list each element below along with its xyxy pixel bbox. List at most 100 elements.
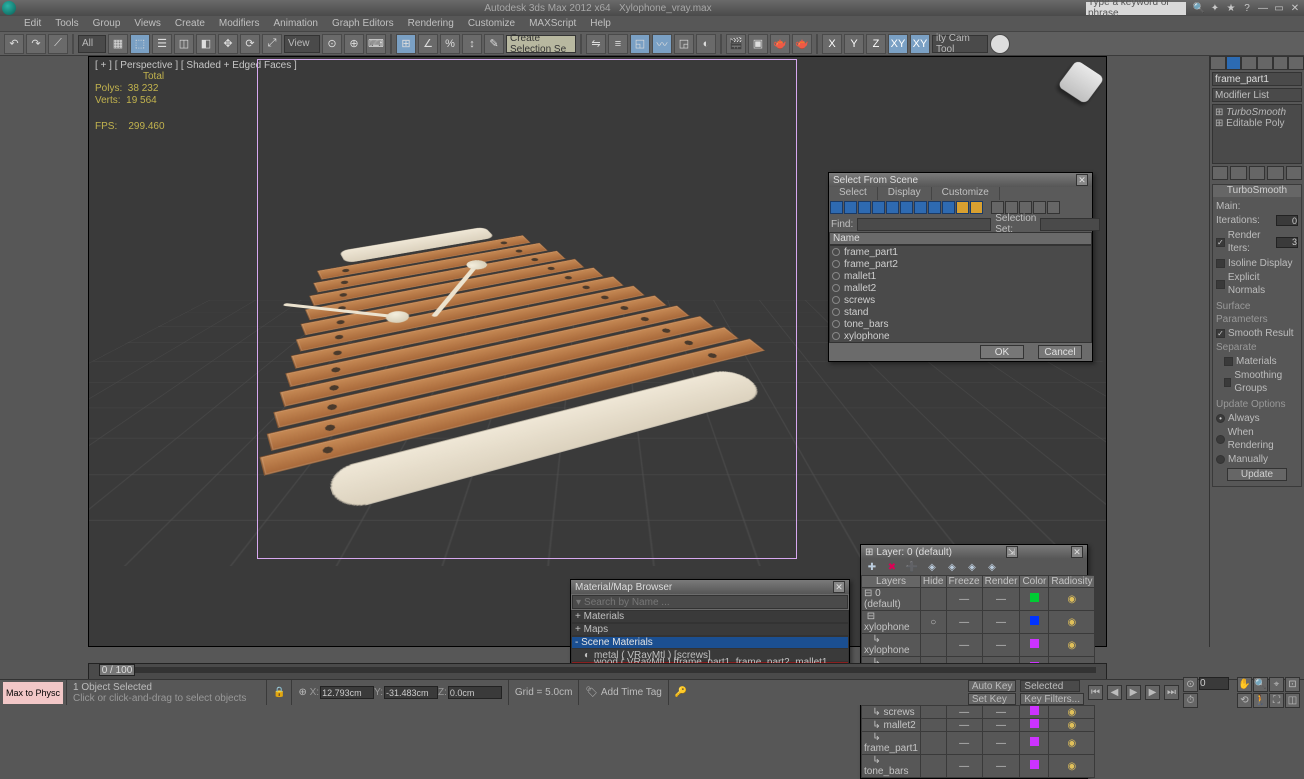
filter-all[interactable]: All [78,35,106,53]
zoom-region-icon[interactable]: ◫ [1285,693,1300,708]
select-name-icon[interactable]: ☰ [152,34,172,54]
menu-group[interactable]: Group [93,18,121,29]
close-icon[interactable]: ✕ [833,581,845,593]
rollout-title[interactable]: TurboSmooth [1213,185,1301,197]
iterations-input[interactable] [1276,215,1298,226]
pivot-icon[interactable]: ⊙ [322,34,342,54]
menu-graph-editors[interactable]: Graph Editors [332,18,394,29]
menu-views[interactable]: Views [134,18,161,29]
maps-header[interactable]: + Maps [571,623,849,636]
modifier-stack[interactable]: ⊞ TurboSmooth ⊞ Editable Poly [1212,104,1302,164]
render-iterative-icon[interactable]: 🫖 [792,34,812,54]
always-radio[interactable]: • [1216,414,1225,423]
edit-selection-icon[interactable]: ✎ [484,34,504,54]
scene-materials-header[interactable]: - Scene Materials [571,636,849,649]
orbit-icon[interactable]: ⟲ [1237,693,1252,708]
axis-x[interactable]: X [822,34,842,54]
col-color[interactable]: Color [1020,576,1049,588]
menu-maxscript[interactable]: MAXScript [529,18,576,29]
menu-customize[interactable]: Customize [468,18,515,29]
coord-z-input[interactable] [448,686,502,699]
render-production-icon[interactable]: 🫖 [770,34,790,54]
maxscript-listener[interactable]: Max to Physc [3,682,63,704]
menu-animation[interactable]: Animation [273,18,317,29]
key-target-dropdown[interactable]: Selected [1020,680,1080,692]
axis-xy[interactable]: XY [888,34,908,54]
named-sel-set[interactable]: Create Selection Se [506,35,576,53]
coord-x-input[interactable] [320,686,374,699]
cam-tool[interactable]: ity Cam Tool [932,35,988,53]
hide-unhide-icon[interactable]: ◈ [965,560,979,574]
time-tag-icon[interactable]: 🏷 [585,687,598,698]
materials-header[interactable]: + Materials [571,610,849,623]
layer-manager-icon[interactable]: ◱ [630,34,650,54]
close-icon[interactable]: ✕ [1071,546,1083,558]
set-key-button[interactable]: Set Key [968,693,1017,705]
layer-row[interactable]: ↳ tone_bars ——◉ [862,755,1095,778]
render-iters-check[interactable]: ✓ [1216,238,1225,247]
select-layer-icon[interactable]: ◈ [925,560,939,574]
axis-y[interactable]: Y [844,34,864,54]
zoom-ext-icon[interactable]: ⊡ [1285,677,1300,692]
tab-modify-icon[interactable] [1226,56,1242,70]
maximize-icon[interactable]: ▭ [1272,1,1286,15]
close-icon[interactable]: ✕ [1076,174,1088,186]
key-filters-button[interactable]: Key Filters... [1020,693,1084,705]
lock-icon[interactable]: ☯ [990,34,1010,54]
col-layers[interactable]: Layers [862,576,921,588]
communication-icon[interactable]: ✦ [1208,1,1222,15]
add-to-layer-icon[interactable]: ➕ [905,560,919,574]
select-object-icon[interactable]: ⬚ [130,34,150,54]
curve-editor-icon[interactable]: 〰 [652,34,672,54]
menu-create[interactable]: Create [175,18,205,29]
update-button[interactable]: Update [1227,468,1287,481]
goto-start-icon[interactable]: ⏮ [1088,685,1103,700]
menu-modifiers[interactable]: Modifiers [219,18,260,29]
auto-key-button[interactable]: Auto Key [968,680,1017,692]
name-column-header[interactable]: Name [829,232,1092,245]
help-search-input[interactable]: Type a keyword or phrase [1086,2,1186,15]
tab-create-icon[interactable] [1210,56,1226,70]
material-editor-icon[interactable]: ◐ [696,34,716,54]
play-icon[interactable]: ▶ [1126,685,1141,700]
show-result-icon[interactable] [1230,166,1246,180]
new-layer-icon[interactable]: ✚ [865,560,879,574]
scene-object-list[interactable]: frame_part1 frame_part2 mallet1 mallet2 … [829,245,1092,343]
time-thumb[interactable]: 0 / 100 [99,664,135,676]
ok-button[interactable]: OK [980,345,1024,359]
goto-end-icon[interactable]: ⏭ [1164,685,1179,700]
materials-check[interactable] [1224,357,1233,366]
axis-xy2[interactable]: XY [910,34,930,54]
minimize-icon[interactable]: — [1256,1,1270,15]
col-freeze[interactable]: Freeze [946,576,982,588]
menu-edit[interactable]: Edit [24,18,41,29]
viewcube-icon[interactable] [1057,60,1104,104]
fov-icon[interactable]: ⌖ [1269,677,1284,692]
layer-row[interactable]: ↳ frame_part1 ——◉ [862,732,1095,755]
tab-motion-icon[interactable] [1257,56,1273,70]
snap-toggle-icon[interactable]: ⊞ [396,34,416,54]
lock-selection-icon[interactable]: 🔒 [266,680,291,705]
material-search-input[interactable]: Search by Name ... [584,597,670,608]
pin-stack-icon[interactable] [1212,166,1228,180]
tab-customize[interactable]: Customize [932,187,1000,200]
undo-icon[interactable]: ↶ [4,34,24,54]
align-icon[interactable]: ≡ [608,34,628,54]
configure-icon[interactable] [1286,166,1302,180]
max-viewport-icon[interactable]: ⛶ [1269,693,1284,708]
close-icon[interactable]: ✕ [1288,1,1302,15]
favorites-icon[interactable]: ★ [1224,1,1238,15]
pan-icon[interactable]: ✋ [1237,677,1252,692]
selection-set-dropdown[interactable] [1040,218,1100,231]
delete-layer-icon[interactable]: ✖ [885,560,899,574]
menu-rendering[interactable]: Rendering [408,18,454,29]
menu-tools[interactable]: Tools [55,18,78,29]
col-hide[interactable]: Hide [920,576,946,588]
angle-snap-icon[interactable]: ∠ [418,34,438,54]
menu-help[interactable]: Help [590,18,611,29]
highlight-icon[interactable]: ◈ [945,560,959,574]
search-icon[interactable]: 🔍 [1192,1,1206,15]
zoom-icon[interactable]: 🔍 [1253,677,1268,692]
window-crossing-icon[interactable]: ◧ [196,34,216,54]
redo-icon[interactable]: ↷ [26,34,46,54]
